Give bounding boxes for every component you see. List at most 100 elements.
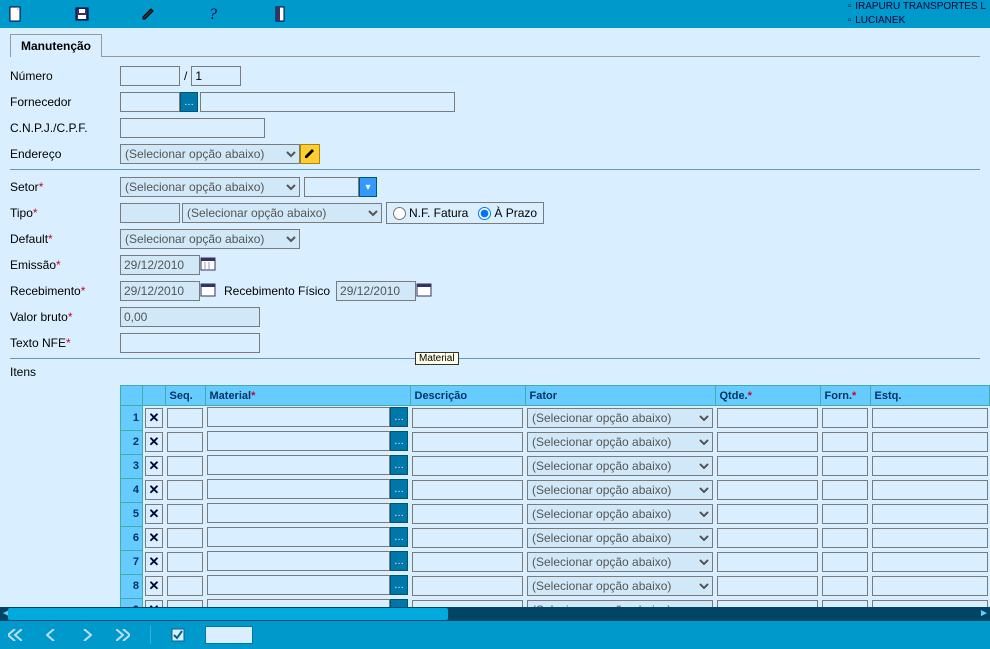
material-input[interactable] (207, 575, 390, 595)
material-input[interactable] (207, 455, 390, 475)
forn-input[interactable] (822, 432, 868, 452)
fator-select[interactable]: (Selecionar opção abaixo) (527, 408, 713, 428)
qtde-input[interactable] (717, 432, 818, 452)
setor-dropdown-button[interactable]: ▾ (359, 177, 377, 197)
descricao-input[interactable] (412, 432, 523, 452)
material-lookup-button[interactable]: … (390, 503, 408, 523)
material-lookup-button[interactable]: … (390, 575, 408, 595)
nav-prev-icon[interactable] (42, 626, 60, 644)
endereco-edit-button[interactable] (300, 144, 320, 164)
qtde-input[interactable] (717, 552, 818, 572)
scroll-thumb[interactable] (8, 608, 448, 620)
estq-input[interactable] (872, 504, 988, 524)
material-input[interactable] (207, 479, 390, 499)
estq-input[interactable] (872, 456, 988, 476)
material-lookup-button[interactable]: … (390, 431, 408, 451)
estq-input[interactable] (872, 480, 988, 500)
material-lookup-button[interactable]: … (390, 455, 408, 475)
nav-next-icon[interactable] (78, 626, 96, 644)
material-lookup-button[interactable]: … (390, 479, 408, 499)
setor-select[interactable]: (Selecionar opção abaixo) (120, 177, 300, 197)
row-delete-button[interactable]: ✕ (145, 552, 163, 572)
seq-input[interactable] (167, 480, 203, 500)
material-input[interactable] (207, 527, 390, 547)
estq-input[interactable] (872, 552, 988, 572)
valor-bruto-input[interactable] (120, 307, 260, 327)
forn-input[interactable] (822, 528, 868, 548)
fator-select[interactable]: (Selecionar opção abaixo) (527, 432, 713, 452)
radio-a-prazo[interactable]: À Prazo (478, 206, 537, 220)
endereco-select[interactable]: (Selecionar opção abaixo) (120, 144, 300, 164)
qtde-input[interactable] (717, 408, 818, 428)
row-delete-button[interactable]: ✕ (145, 456, 163, 476)
emissao-calendar-button[interactable] (200, 256, 218, 274)
texto-nfe-input[interactable] (120, 333, 260, 353)
estq-input[interactable] (872, 528, 988, 548)
seq-input[interactable] (167, 552, 203, 572)
material-input[interactable] (207, 407, 390, 427)
forn-input[interactable] (822, 408, 868, 428)
row-delete-button[interactable]: ✕ (145, 528, 163, 548)
fornecedor-name-input[interactable] (200, 92, 455, 112)
tipo-select[interactable]: (Selecionar opção abaixo) (182, 203, 382, 223)
emissao-input[interactable] (120, 255, 200, 275)
edit-icon[interactable] (140, 6, 156, 22)
forn-input[interactable] (822, 480, 868, 500)
recebimento-input[interactable] (120, 281, 200, 301)
seq-input[interactable] (167, 432, 203, 452)
footer-check-icon[interactable] (169, 626, 187, 644)
exit-icon[interactable] (272, 6, 288, 22)
row-delete-button[interactable]: ✕ (145, 432, 163, 452)
nav-first-icon[interactable] (6, 626, 24, 644)
radio-nf-fatura[interactable]: N.F. Fatura (393, 206, 468, 220)
qtde-input[interactable] (717, 456, 818, 476)
material-lookup-button[interactable]: … (390, 527, 408, 547)
fornecedor-lookup-button[interactable]: … (180, 92, 198, 112)
descricao-input[interactable] (412, 576, 523, 596)
estq-input[interactable] (872, 576, 988, 596)
material-input[interactable] (207, 503, 390, 523)
recebimento-fisico-calendar-button[interactable] (416, 282, 434, 300)
descricao-input[interactable] (412, 552, 523, 572)
new-doc-icon[interactable] (8, 6, 24, 22)
descricao-input[interactable] (412, 528, 523, 548)
fator-select[interactable]: (Selecionar opção abaixo) (527, 504, 713, 524)
forn-input[interactable] (822, 552, 868, 572)
fator-select[interactable]: (Selecionar opção abaixo) (527, 480, 713, 500)
default-select[interactable]: (Selecionar opção abaixo) (120, 229, 300, 249)
qtde-input[interactable] (717, 480, 818, 500)
seq-input[interactable] (167, 456, 203, 476)
row-delete-button[interactable]: ✕ (145, 480, 163, 500)
cnpj-input[interactable] (120, 118, 265, 138)
recebimento-fisico-input[interactable] (336, 281, 416, 301)
seq-input[interactable] (167, 408, 203, 428)
material-input[interactable] (207, 431, 390, 451)
recebimento-calendar-button[interactable] (200, 282, 218, 300)
forn-input[interactable] (822, 576, 868, 596)
tab-manutencao[interactable]: Manutenção (10, 34, 102, 57)
scroll-right-arrow[interactable]: ► (978, 607, 990, 621)
descricao-input[interactable] (412, 504, 523, 524)
seq-input[interactable] (167, 528, 203, 548)
forn-input[interactable] (822, 504, 868, 524)
material-lookup-button[interactable]: … (390, 407, 408, 427)
fornecedor-code-input[interactable] (120, 92, 180, 112)
material-input[interactable] (207, 551, 390, 571)
estq-input[interactable] (872, 432, 988, 452)
qtde-input[interactable] (717, 576, 818, 596)
help-icon[interactable]: ? (206, 6, 222, 22)
fator-select[interactable]: (Selecionar opção abaixo) (527, 552, 713, 572)
horizontal-scrollbar[interactable]: ◄ ► (0, 607, 990, 621)
material-lookup-button[interactable]: … (390, 551, 408, 571)
footer-page-input[interactable] (205, 626, 253, 644)
fator-select[interactable]: (Selecionar opção abaixo) (527, 576, 713, 596)
row-delete-button[interactable]: ✕ (145, 408, 163, 428)
descricao-input[interactable] (412, 456, 523, 476)
numero-a-input[interactable] (120, 66, 180, 86)
estq-input[interactable] (872, 408, 988, 428)
fator-select[interactable]: (Selecionar opção abaixo) (527, 528, 713, 548)
descricao-input[interactable] (412, 408, 523, 428)
setor-extra-input[interactable] (304, 177, 359, 197)
seq-input[interactable] (167, 576, 203, 596)
qtde-input[interactable] (717, 504, 818, 524)
